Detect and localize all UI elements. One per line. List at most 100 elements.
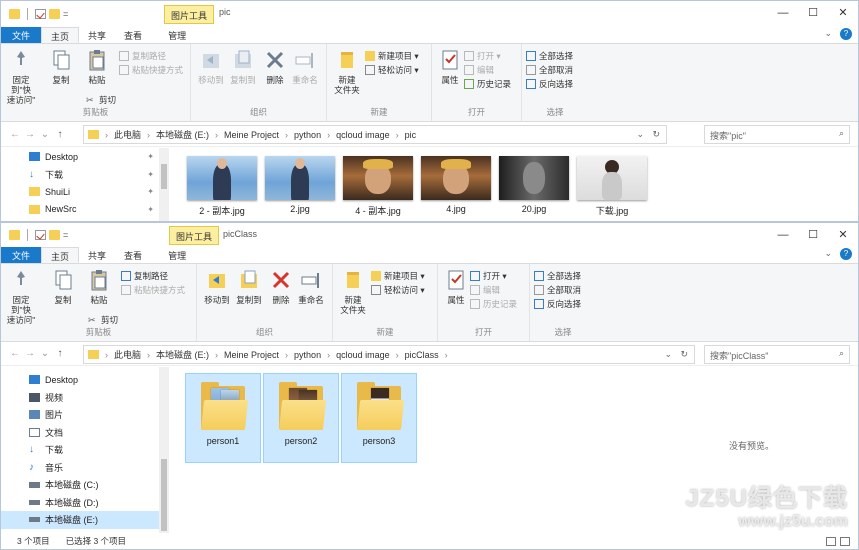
breadcrumb-meine-project[interactable]: Meine Project [224,350,279,360]
tab-manage[interactable]: 管理 [159,247,195,263]
invert-selection-button[interactable]: 反向选择 [534,298,581,310]
minimize-button[interactable]: — [768,223,798,247]
select-none-button[interactable]: 全部取消 [534,284,581,296]
file-item[interactable]: 20.jpg [495,156,573,214]
tab-home[interactable]: 主页 [41,247,80,263]
properties-button[interactable]: 属性 [432,48,468,85]
address-dropdown-icon[interactable]: ⌄ [664,349,672,360]
new-item-button[interactable]: 新建项目 ▾ [365,50,419,62]
help-icon[interactable]: ? [840,248,852,260]
move-to-button[interactable]: 移动到 [199,268,235,305]
copy-path-button[interactable]: 复制路径 [119,50,166,62]
tab-home[interactable]: 主页 [41,27,80,43]
nav-item-pictures[interactable]: 图片 [1,406,169,424]
qat-dropdown[interactable]: = [63,9,68,19]
properties-check-icon[interactable] [35,230,46,240]
cut-button[interactable]: ✂ 剪切 [86,94,116,106]
breadcrumb-python[interactable]: python [294,130,321,140]
maximize-button[interactable]: ☐ [798,1,828,25]
paste-shortcut-button[interactable]: 粘贴快捷方式 [121,284,185,296]
easy-access-button[interactable]: 轻松访问 ▾ [365,64,419,76]
new-folder-button[interactable]: 新建 文件夹 [329,48,365,95]
breadcrumb-qcloud-image[interactable]: qcloud image [336,350,390,360]
maximize-button[interactable]: ☐ [798,223,828,247]
breadcrumb-drive-e[interactable]: 本地磁盘 (E:) [156,348,209,361]
paste-shortcut-button[interactable]: 粘贴快捷方式 [119,64,183,76]
file-item[interactable]: 2.jpg [261,156,339,214]
breadcrumb-python[interactable]: python [294,350,321,360]
cut-button[interactable]: ✂ 剪切 [88,314,118,326]
paste-button[interactable]: 粘贴 [79,48,115,85]
file-item[interactable]: 4.jpg [417,156,495,214]
up-arrow-icon[interactable]: ↑ [54,129,66,140]
edit-button[interactable]: 编辑 [470,284,500,296]
rename-button[interactable]: 重命名 [287,48,323,85]
breadcrumb-meine-project[interactable]: Meine Project [224,130,279,140]
collapse-ribbon-icon[interactable]: ⌄ [824,248,832,260]
pin-quick-access-button[interactable]: 固定到"快 速访问" [3,268,39,325]
copy-to-button[interactable]: 复制到 [225,48,261,85]
breadcrumb-pic[interactable]: pic [405,130,417,140]
help-icon[interactable]: ? [840,28,852,40]
forward-arrow-icon[interactable]: → [24,129,36,140]
tab-view[interactable]: 查看 [115,27,151,43]
new-folder-icon[interactable] [49,9,60,19]
invert-selection-button[interactable]: 反向选择 [526,78,573,90]
nav-item-desktop[interactable]: Desktop [1,371,169,389]
history-button[interactable]: 历史记录 [464,78,511,90]
collapse-ribbon-icon[interactable]: ⌄ [824,28,832,40]
recent-locations-icon[interactable]: ⌄ [39,129,51,140]
file-item[interactable]: 下载.jpg [573,156,651,217]
properties-button[interactable]: 属性 [438,268,474,305]
copy-button[interactable]: 复制 [43,48,79,85]
tab-manage[interactable]: 管理 [159,27,195,43]
address-input[interactable]: › 此电脑 › 本地磁盘 (E:) › Meine Project › pyth… [83,345,695,364]
folder-item[interactable]: person3 [341,373,417,463]
pin-quick-access-button[interactable]: 固定到"快 速访问" [3,48,39,105]
nav-item-newsrc[interactable]: NewSrc ✦ [1,201,169,219]
move-to-button[interactable]: 移动到 [193,48,229,85]
tab-view[interactable]: 查看 [115,247,151,263]
refresh-icon[interactable]: ↻ [652,129,660,140]
scrollbar-thumb[interactable] [161,164,167,189]
nav-item-drive-d[interactable]: 本地磁盘 (D:) [1,494,169,512]
close-button[interactable]: ✕ [828,1,858,25]
nav-item-desktop[interactable]: Desktop ✦ [1,148,169,166]
large-icons-view-icon[interactable] [840,536,850,546]
qat-dropdown[interactable]: = [63,230,68,240]
copy-to-button[interactable]: 复制到 [231,268,267,305]
easy-access-button[interactable]: 轻松访问 ▾ [371,284,425,296]
nav-scrollbar[interactable] [159,148,169,221]
select-all-button[interactable]: 全部选择 [526,50,573,62]
select-all-button[interactable]: 全部选择 [534,270,581,282]
address-dropdown-icon[interactable]: ⌄ [636,129,644,140]
nav-item-downloads[interactable]: ↓ 下载 ✦ [1,166,169,184]
tab-file[interactable]: 文件 [1,247,42,263]
breadcrumb-this-pc[interactable]: 此电脑 [114,348,141,361]
up-arrow-icon[interactable]: ↑ [54,348,66,359]
history-button[interactable]: 历史记录 [470,298,517,310]
back-arrow-icon[interactable]: ← [9,348,21,359]
select-none-button[interactable]: 全部取消 [526,64,573,76]
breadcrumb-picclass[interactable]: picClass [405,350,439,360]
breadcrumb-qcloud-image[interactable]: qcloud image [336,130,390,140]
folder-item[interactable]: person1 [185,373,261,463]
nav-item-music[interactable]: ♪ 音乐 [1,459,169,477]
breadcrumb-this-pc[interactable]: 此电脑 [114,128,141,141]
nav-item-drive-c[interactable]: 本地磁盘 (C:) [1,476,169,494]
file-item[interactable]: 4 - 副本.jpg [339,156,417,217]
minimize-button[interactable]: — [768,1,798,25]
properties-check-icon[interactable] [35,9,46,19]
search-input[interactable]: 搜索"pic" ⌕ [704,125,850,144]
tab-share[interactable]: 共享 [79,27,115,43]
open-button[interactable]: 打开 ▾ [470,270,507,282]
recent-locations-icon[interactable]: ⌄ [39,348,51,359]
new-folder-button[interactable]: 新建 文件夹 [335,268,371,315]
copy-path-button[interactable]: 复制路径 [121,270,168,282]
copy-button[interactable]: 复制 [45,268,81,305]
file-item[interactable]: 2 - 副本.jpg [183,156,261,217]
new-folder-icon[interactable] [49,230,60,240]
nav-item-documents[interactable]: 文档 [1,424,169,442]
paste-button[interactable]: 粘贴 [81,268,117,305]
scrollbar-thumb[interactable] [161,459,167,531]
